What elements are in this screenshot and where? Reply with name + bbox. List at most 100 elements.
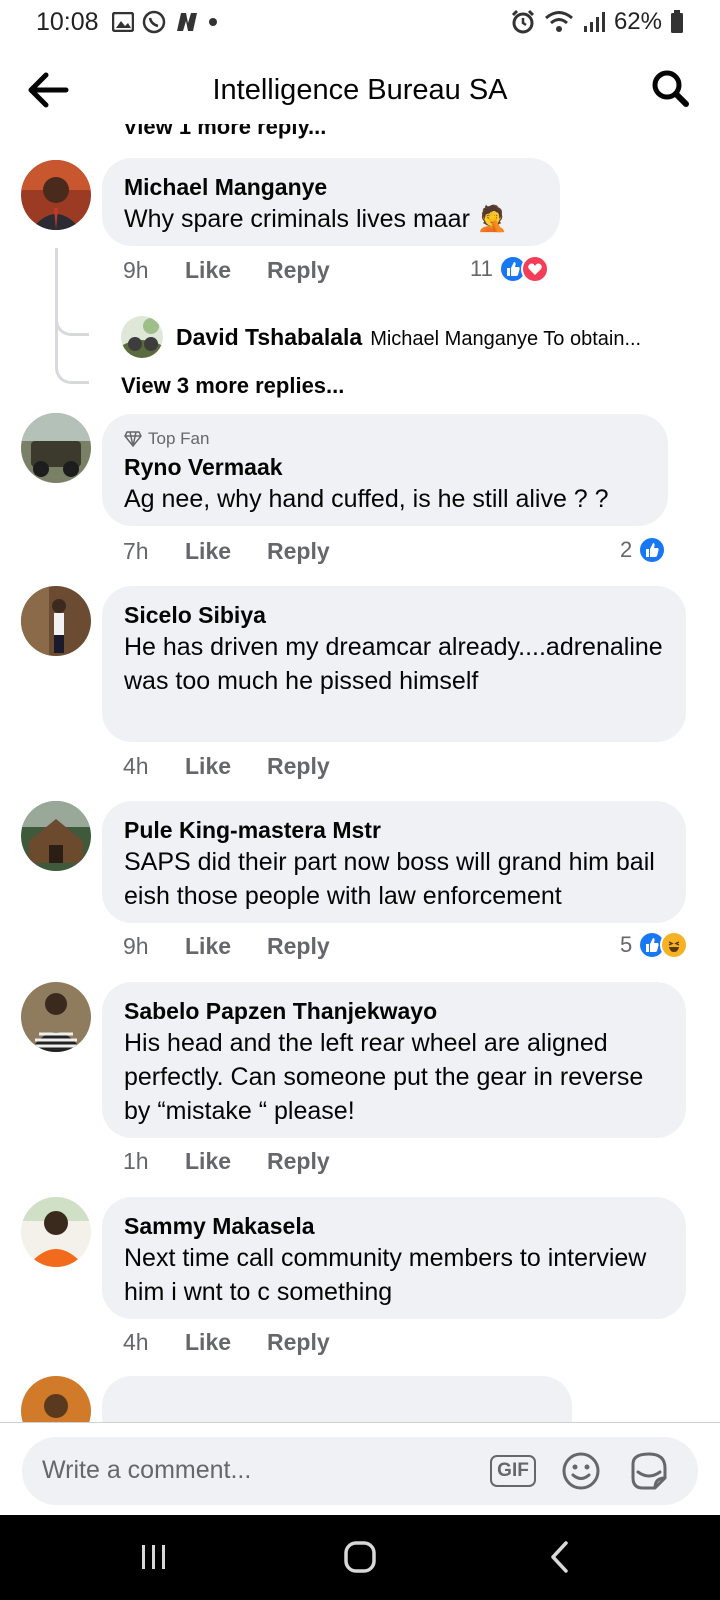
- comment-time[interactable]: 4h: [123, 1329, 185, 1356]
- like-button[interactable]: Like: [185, 753, 267, 780]
- news-icon: [177, 13, 197, 31]
- reaction-summary[interactable]: 5: [620, 931, 689, 959]
- reply-button[interactable]: Reply: [267, 753, 330, 780]
- avatar[interactable]: [121, 316, 163, 358]
- home-icon: [344, 1541, 376, 1573]
- reaction-count: 5: [620, 932, 633, 957]
- chevron-left-icon: [551, 1541, 568, 1573]
- like-button[interactable]: Like: [185, 1148, 267, 1175]
- comment-bubble[interactable]: Sicelo Sibiya He has driven my dreamcar …: [102, 586, 686, 742]
- comment-text: Why spare criminals lives maar 🤦: [124, 202, 538, 236]
- wifi-icon: [544, 11, 573, 32]
- comment-actions: 4h Like Reply: [123, 753, 330, 780]
- whatsapp-icon: [142, 10, 166, 34]
- comment-time[interactable]: 9h: [123, 933, 185, 960]
- comment-time[interactable]: 7h: [123, 538, 185, 565]
- avatar[interactable]: [21, 801, 91, 871]
- avatar[interactable]: [21, 586, 91, 656]
- notification-icons: [112, 10, 218, 34]
- comment-actions: 7h Like Reply: [123, 538, 330, 565]
- battery-icon: [671, 10, 683, 33]
- comment-actions: 4h Like Reply: [123, 1329, 330, 1356]
- reaction-summary[interactable]: 11: [470, 255, 549, 283]
- love-icon: [520, 255, 549, 283]
- comment-text-content: Why spare criminals lives maar: [124, 205, 470, 233]
- facepalm-emoji: 🤦: [476, 205, 509, 233]
- comment-bubble[interactable]: [102, 1376, 572, 1422]
- search-button[interactable]: [650, 68, 694, 112]
- like-button[interactable]: Like: [185, 257, 267, 284]
- like-button[interactable]: Like: [185, 538, 267, 565]
- comment-author[interactable]: Ryno Vermaak: [124, 452, 646, 482]
- status-time: 10:08: [36, 8, 99, 36]
- reply-button[interactable]: Reply: [267, 1148, 330, 1175]
- app-header: Intelligence Bureau SA: [0, 60, 720, 120]
- comment-bubble[interactable]: Sammy Makasela Next time call community …: [102, 1197, 686, 1319]
- smiley-icon: [562, 1452, 600, 1490]
- like-button[interactable]: Like: [185, 933, 267, 960]
- comment-text: He has driven my dreamcar already....adr…: [124, 633, 663, 695]
- reaction-summary[interactable]: 2: [620, 536, 667, 564]
- reply-text: Michael Manganye To obtain...: [370, 328, 642, 350]
- page-title: Intelligence Bureau SA: [212, 74, 508, 106]
- comment-author[interactable]: Sabelo Papzen Thanjekwayo: [124, 996, 664, 1026]
- top-fan-badge: Top Fan: [124, 428, 646, 450]
- reply-button[interactable]: Reply: [267, 933, 330, 960]
- dot-icon: [209, 18, 217, 26]
- sticker-button[interactable]: [628, 1451, 670, 1491]
- reply-button[interactable]: Reply: [267, 1329, 330, 1356]
- comment-composer-bar: Write a comment... GIF: [0, 1422, 720, 1515]
- reply-author[interactable]: David Tshabalala: [176, 324, 362, 350]
- reply-button[interactable]: Reply: [267, 257, 330, 284]
- status-right: 62%: [510, 8, 684, 36]
- gallery-icon: [112, 12, 134, 32]
- comment-input[interactable]: Write a comment... GIF: [22, 1437, 698, 1505]
- comment-author[interactable]: Sicelo Sibiya: [124, 600, 664, 630]
- reply-button[interactable]: Reply: [267, 538, 330, 565]
- thread-line: [55, 248, 89, 384]
- view-more-replies-link[interactable]: View 3 more replies...: [121, 373, 344, 399]
- comment-bubble[interactable]: Michael Manganye Why spare criminals liv…: [102, 158, 560, 246]
- top-fan-label: Top Fan: [148, 429, 210, 448]
- reaction-count: 2: [620, 537, 633, 562]
- avatar[interactable]: [21, 1376, 91, 1422]
- comment-bubble[interactable]: Pule King-mastera Mstr SAPS did their pa…: [102, 801, 686, 923]
- status-bar: 10:08 62%: [0, 0, 720, 46]
- diamond-icon: [124, 431, 142, 447]
- nested-reply-preview[interactable]: David Tshabalala Michael Manganye To obta…: [176, 324, 641, 351]
- comment-actions: 9h Like Reply: [123, 933, 330, 960]
- gif-button[interactable]: GIF: [490, 1451, 536, 1491]
- view-more-replies-link[interactable]: View 1 more reply...: [123, 124, 326, 140]
- comment-bubble[interactable]: Sabelo Papzen Thanjekwayo His head and t…: [102, 982, 686, 1138]
- comment-actions: 1h Like Reply: [123, 1148, 330, 1175]
- back-nav-button[interactable]: [530, 1535, 590, 1579]
- avatar[interactable]: [21, 1197, 91, 1267]
- like-button[interactable]: Like: [185, 1329, 267, 1356]
- avatar[interactable]: [21, 413, 91, 483]
- comment-bubble[interactable]: Top Fan Ryno Vermaak Ag nee, why hand cu…: [102, 414, 668, 526]
- comment-time[interactable]: 4h: [123, 753, 185, 780]
- signal-icon: [583, 12, 605, 32]
- comment-text: SAPS did their part now boss will grand …: [124, 848, 655, 910]
- haha-icon: [660, 931, 689, 959]
- sticker-icon: [631, 1452, 667, 1490]
- comment-author[interactable]: Michael Manganye: [124, 172, 538, 202]
- recent-apps-button[interactable]: [124, 1535, 184, 1579]
- comment-time[interactable]: 9h: [123, 257, 185, 284]
- home-button[interactable]: [330, 1535, 390, 1579]
- comment-text: Ag nee, why hand cuffed, is he still ali…: [124, 485, 609, 513]
- emoji-button[interactable]: [560, 1451, 602, 1491]
- comment-text: His head and the left rear wheel are ali…: [124, 1029, 644, 1125]
- comment-time[interactable]: 1h: [123, 1148, 185, 1175]
- battery-percent: 62%: [613, 8, 662, 35]
- avatar[interactable]: [21, 982, 91, 1052]
- comments-feed[interactable]: View 1 more reply... Michael Manganye Wh…: [0, 124, 720, 1422]
- avatar[interactable]: [21, 160, 91, 230]
- like-icon: [638, 536, 667, 564]
- comment-text: Next time call community members to inte…: [124, 1244, 647, 1306]
- system-nav-bar: [0, 1515, 720, 1600]
- comment-author[interactable]: Sammy Makasela: [124, 1211, 664, 1241]
- recent-apps-icon: [142, 1545, 165, 1569]
- comment-author[interactable]: Pule King-mastera Mstr: [124, 815, 664, 845]
- gif-icon: GIF: [490, 1455, 536, 1487]
